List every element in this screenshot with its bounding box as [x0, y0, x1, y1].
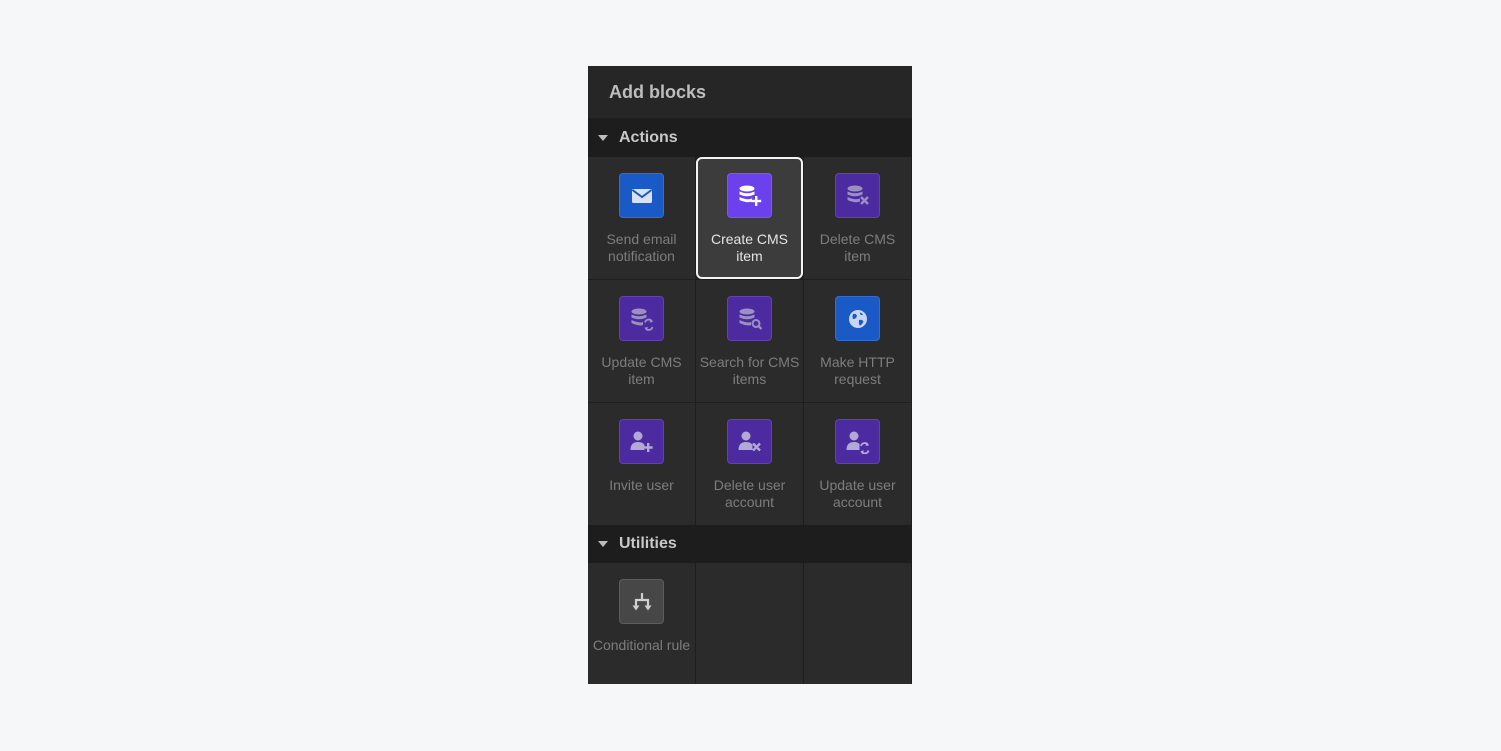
block-conditional-rule[interactable]: Conditional rule	[588, 563, 695, 684]
block-invite-user[interactable]: Invite user	[588, 403, 695, 525]
actions-grid: Send email notification Create CMS item	[588, 157, 912, 525]
section-header-actions[interactable]: Actions	[588, 119, 912, 157]
database-refresh-icon	[619, 296, 664, 341]
globe-icon	[835, 296, 880, 341]
block-send-email-notification[interactable]: Send email notification	[588, 157, 695, 279]
block-label: Delete CMS item	[819, 231, 896, 264]
panel-title: Add blocks	[588, 66, 912, 119]
caret-down-icon	[598, 135, 608, 141]
block-label: Delete user account	[713, 477, 786, 510]
block-delete-cms-item[interactable]: Delete CMS item	[804, 157, 911, 279]
caret-down-icon	[598, 541, 608, 547]
block-create-cms-item[interactable]: Create CMS item	[696, 157, 803, 279]
database-plus-icon	[727, 173, 772, 218]
empty-slot	[696, 563, 803, 684]
block-label: Make HTTP request	[820, 354, 895, 387]
block-update-user-account[interactable]: Update user account	[804, 403, 911, 525]
user-x-icon	[727, 419, 772, 464]
empty-slot	[804, 563, 911, 684]
utilities-grid: Conditional rule	[588, 563, 912, 684]
section-label: Actions	[619, 129, 678, 146]
block-label: Search for CMS items	[699, 354, 800, 387]
block-label: Send email notification	[606, 231, 677, 264]
add-blocks-panel: Add blocks Actions Send email notificati…	[588, 66, 912, 684]
block-label: Conditional rule	[592, 637, 691, 653]
block-update-cms-item[interactable]: Update CMS item	[588, 280, 695, 402]
section-header-utilities[interactable]: Utilities	[588, 525, 912, 563]
branch-icon	[619, 579, 664, 624]
section-label: Utilities	[619, 535, 677, 552]
block-label: Update user account	[819, 477, 896, 510]
envelope-icon	[619, 173, 664, 218]
block-delete-user-account[interactable]: Delete user account	[696, 403, 803, 525]
block-label: Create CMS item	[710, 231, 789, 264]
block-make-http-request[interactable]: Make HTTP request	[804, 280, 911, 402]
block-search-for-cms-items[interactable]: Search for CMS items	[696, 280, 803, 402]
block-label: Invite user	[609, 477, 674, 493]
database-x-icon	[835, 173, 880, 218]
block-label: Update CMS item	[601, 354, 682, 387]
user-refresh-icon	[835, 419, 880, 464]
user-plus-icon	[619, 419, 664, 464]
database-search-icon	[727, 296, 772, 341]
